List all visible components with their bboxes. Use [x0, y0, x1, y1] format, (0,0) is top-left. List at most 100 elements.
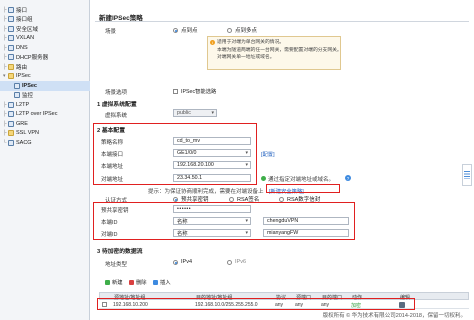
- row-checkbox[interactable]: [102, 302, 110, 307]
- list-icon: [464, 171, 470, 179]
- note-line: 本端为隧道两端的任一台网关，需要配置对端的分支网关。: [217, 47, 342, 53]
- local-address-select[interactable]: 192.168.20.100: [173, 161, 251, 169]
- interface-group-icon: [8, 16, 14, 23]
- vxlan-icon: [8, 35, 14, 42]
- sidebar-item-ssl-vpn[interactable]: ├ SSL VPN: [0, 129, 90, 139]
- dhcp-icon: [8, 54, 14, 61]
- status-ok-icon: [261, 176, 266, 181]
- peer-id-input[interactable]: mianyangFW: [263, 229, 349, 237]
- delete-rule-button[interactable]: 删除: [129, 278, 147, 286]
- ipsec-icon: [14, 82, 20, 89]
- sidebar-item-dns[interactable]: ├ DNS: [0, 43, 90, 53]
- policy-name-label: 策略名称: [101, 140, 124, 146]
- section-flow-title: 3 待加密的数据流: [97, 249, 143, 255]
- radio-icon: [229, 196, 234, 202]
- auth-radio-rsa-sign[interactable]: RSA签名: [229, 195, 259, 203]
- dns-icon: [8, 44, 14, 51]
- cell-proto: any: [275, 302, 284, 308]
- radio-icon: [279, 196, 284, 202]
- peer-address-label: 对端地址: [101, 177, 124, 183]
- cell-dport: any: [321, 302, 330, 308]
- sidebar-item-dhcp-server[interactable]: ├ DHCP服务器: [0, 53, 90, 63]
- main-panel: 新建IPSec策略 场景 点到点 点到多点 i 适用于对端为单台网关的情况。 本…: [91, 0, 474, 320]
- sidebar-nav: ├ 接口 ├ 接口组 ├ 安全区域 ├ VXLAN ├ DNS ├ DHCP服务器 ├ 路由 …: [0, 0, 90, 320]
- ipsec-smart-route-checkbox[interactable]: IPSec智能选路: [173, 87, 216, 95]
- flow-table-header: 源地址/地址组 目的地址/地址组 协议 源端口 目的端口 动作 编辑: [99, 292, 469, 301]
- sacg-icon: [8, 139, 14, 146]
- sidebar-item-interface[interactable]: ├ 接口: [0, 5, 90, 15]
- local-id-type-select[interactable]: 名称: [173, 217, 251, 225]
- local-address-label: 本端地址: [101, 164, 124, 170]
- interface-icon: [8, 6, 14, 13]
- scene-info-note: i 适用于对端为单台网关的情况。 本端为隧道两端的任一台网关，需要配置对端的分支…: [207, 36, 342, 70]
- peer-address-input[interactable]: 23.34.50.1: [173, 174, 251, 182]
- scene-label: 场景: [105, 29, 117, 35]
- auth-radio-rsa-envelope[interactable]: RSA数字信封: [279, 195, 320, 203]
- info-icon: i: [210, 40, 215, 45]
- insert-icon: [153, 279, 158, 285]
- sidebar-item-route[interactable]: ├ 路由: [0, 62, 90, 72]
- psk-input[interactable]: ••••••: [173, 205, 251, 213]
- peer-id-label: 对端ID: [101, 232, 118, 238]
- security-zone-icon: [8, 25, 14, 32]
- insert-rule-button[interactable]: 插入: [153, 278, 171, 286]
- configure-link[interactable]: [配置]: [261, 150, 275, 158]
- scene-options-label: 场景选项: [105, 90, 128, 96]
- footer-copyright: 版权所有 © 华为技术有限公司2014-2018，保留一切权利。: [322, 313, 466, 319]
- addr-radio-ipv4[interactable]: IPv4: [173, 259, 192, 265]
- radio-selected-icon: [173, 27, 178, 33]
- sidebar-item-l2tp[interactable]: ├ L2TP: [0, 100, 90, 110]
- route-folder-icon: [8, 63, 14, 70]
- policy-name-input[interactable]: cd_to_mv: [173, 137, 251, 145]
- local-interface-label: 本端接口: [101, 152, 124, 158]
- local-id-label: 本端ID: [101, 220, 118, 226]
- edit-icon[interactable]: [399, 301, 405, 308]
- l2tp-icon: [8, 101, 14, 108]
- floating-side-widget[interactable]: [462, 164, 472, 186]
- sidebar-item-ipsec-folder[interactable]: ▾ IPSec: [0, 72, 90, 82]
- new-rule-button[interactable]: 新建: [105, 278, 123, 286]
- cell-dst: 192.168.10.0/255.255.255.0: [195, 302, 258, 308]
- address-type-label: 地址类型: [105, 262, 128, 268]
- sidebar-item-vxlan[interactable]: ├ VXLAN: [0, 34, 90, 44]
- sidebar-item-monitor[interactable]: 监控: [0, 91, 90, 101]
- l2tp-ipsec-icon: [8, 111, 14, 118]
- checkbox-icon: [173, 88, 178, 94]
- cell-sport: any: [295, 302, 304, 308]
- peer-address-hint: 通过指定对端地址或域名。: [268, 177, 335, 183]
- radio-selected-icon: [173, 259, 178, 265]
- note-line: 对端网关单一地址或域名。: [217, 55, 275, 60]
- vsys-select[interactable]: public: [173, 109, 217, 117]
- psk-label: 预共享密钥: [101, 208, 129, 214]
- note-line: 适用于对端为单台网关的情况。: [217, 40, 285, 45]
- sidebar-item-security-zone[interactable]: ├ 安全区域: [0, 24, 90, 34]
- gre-icon: [8, 120, 14, 127]
- sidebar-item-sacg[interactable]: └ SACG: [0, 138, 90, 148]
- help-icon[interactable]: ?: [345, 175, 351, 181]
- local-id-input[interactable]: chengduVPN: [263, 217, 349, 225]
- radio-icon: [227, 259, 232, 265]
- sidebar-item-interface-group[interactable]: ├ 接口组: [0, 15, 90, 25]
- add-icon: [105, 279, 110, 285]
- new-security-policy-link[interactable]: [新建安全策略]: [269, 187, 304, 195]
- checkbox-icon: [102, 302, 107, 307]
- sidebar-item-gre[interactable]: ├ GRE: [0, 119, 90, 129]
- local-interface-select[interactable]: GE1/0/0: [173, 149, 251, 157]
- auth-method-label: 认证方式: [105, 198, 128, 204]
- title-divider: [95, 21, 469, 22]
- section-vsys-title: 1 虚拟系统配置: [97, 102, 137, 108]
- vsys-label: 虚拟系统: [105, 113, 128, 119]
- auth-radio-psk[interactable]: 预共享密钥: [173, 195, 209, 203]
- peer-id-type-select[interactable]: 名称: [173, 229, 251, 237]
- scene-radio-p2p[interactable]: 点到点: [173, 26, 198, 34]
- sidebar-item-l2tp-over-ipsec[interactable]: ├ L2TP over IPSec: [0, 110, 90, 120]
- radio-selected-icon: [173, 196, 178, 202]
- ipsec-folder-icon: [8, 73, 14, 80]
- monitor-icon: [14, 92, 20, 99]
- cell-src: 192.168.10.200: [113, 302, 148, 308]
- sidebar-item-ipsec[interactable]: IPSec: [0, 81, 90, 91]
- scene-radio-p2mp[interactable]: 点到多点: [227, 26, 257, 34]
- policy-hint-text: 提示：为保证协商顺利完成，需要在对端设备上: [148, 189, 264, 195]
- table-row[interactable]: 192.168.10.200 192.168.10.0/255.255.255.…: [99, 300, 469, 309]
- addr-radio-ipv6[interactable]: IPv6: [227, 259, 246, 265]
